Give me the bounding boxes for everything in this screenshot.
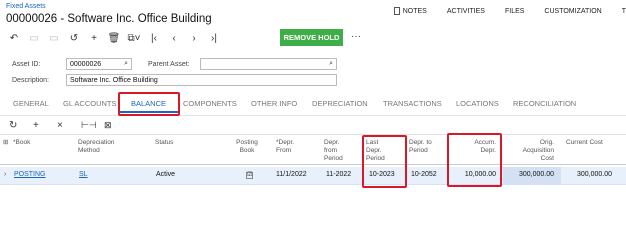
table-header: ⊞ *Book Depreciation Method Status Posti… [0,134,626,165]
tab-reconciliation[interactable]: RECONCILIATION [513,99,576,108]
orig-acq-cost-cell[interactable]: 300,000.00 [508,171,554,178]
col-posting-book[interactable]: Posting Book [232,139,262,155]
tab-divider [0,115,626,116]
status-cell: Active [156,171,176,178]
asset-id-label: Asset ID: [12,61,41,68]
first-record-icon[interactable]: |‹ [144,31,164,45]
previous-record-icon[interactable]: ‹ [164,31,184,45]
row-expand-icon[interactable]: › [4,171,6,178]
balance-tab-highlight [118,92,180,116]
posting-book-checkbox[interactable]: ☑ [246,172,253,179]
tab-depreciation[interactable]: DEPRECIATION [312,99,368,108]
notes-icon [393,7,400,15]
notes-link[interactable]: NOTES [393,7,427,15]
breadcrumb[interactable]: Fixed Assets [6,3,46,10]
col-current-cost[interactable]: Current Cost [566,139,603,147]
page-title: 00000026 - Software Inc. Office Building [6,13,212,25]
col-orig-acq-cost[interactable]: Orig. Acquisition Cost [508,139,554,163]
save-icon[interactable]: ▭ [24,31,44,45]
description-field[interactable]: Software Inc. Office Building [66,74,337,86]
save-close-icon[interactable]: ▭ [44,31,64,45]
more-actions-button[interactable]: ··· [351,31,361,42]
table-row[interactable]: › POSTING SL Active ☑ 11/1/2022 11-2022 … [0,167,626,185]
accum-depr-highlight [447,133,502,187]
remove-hold-button[interactable]: REMOVE HOLD [280,29,343,46]
col-depr-method[interactable]: Depreciation Method [78,139,115,155]
depr-from-period-cell[interactable]: 11-2022 [326,171,351,178]
refresh-icon[interactable]: ↻ [9,120,17,131]
col-depr-from-period[interactable]: Depr. from Period [324,139,343,163]
main-toolbar: ↶ ▭ ▭ ↺ + 🗑 ⧉˅ |‹ ‹ › ›| [4,31,224,45]
files-link[interactable]: FILES [505,7,524,15]
col-depr-to-period[interactable]: Depr. to Period [409,139,432,155]
add-row-icon[interactable]: + [33,120,39,131]
last-record-icon[interactable]: ›| [204,31,224,45]
last-depr-period-highlight [362,135,407,188]
depr-to-period-cell: 10-2052 [411,171,437,178]
asset-id-value: 00000026 [70,61,102,68]
customization-link[interactable]: CUSTOMIZATION [544,7,601,15]
activities-link[interactable]: ACTIVITIES [447,7,485,15]
tab-transactions[interactable]: TRANSACTIONS [383,99,442,108]
copy-paste-icon[interactable]: ⧉˅ [124,31,144,45]
delete-row-icon[interactable]: × [57,120,63,131]
depr-method-link[interactable]: SL [79,171,88,178]
next-record-icon[interactable]: › [184,31,204,45]
tab-other-info[interactable]: OTHER INFO [251,99,297,108]
delete-icon[interactable]: 🗑 [104,31,124,45]
cancel-icon[interactable]: ↺ [64,31,84,45]
tab-bar: GENERAL GL ACCOUNTS BALANCE COMPONENTS O… [0,95,626,115]
search-icon[interactable]: ⌕ [124,59,128,68]
back-icon[interactable]: ↶ [4,31,24,45]
tab-locations[interactable]: LOCATIONS [456,99,499,108]
top-links: NOTES ACTIVITIES FILES CUSTOMIZATION T [374,7,626,15]
asset-id-field[interactable]: 00000026 ⌕ [66,58,132,70]
col-depr-from[interactable]: *Depr. From [276,139,294,155]
fit-columns-icon[interactable]: ⊢⊣ [81,120,97,131]
tab-components[interactable]: COMPONENTS [183,99,237,108]
search-icon[interactable]: ⌕ [329,59,333,68]
depr-from-cell[interactable]: 11/1/2022 [276,171,307,178]
col-book[interactable]: *Book [13,139,30,147]
column-chooser-icon[interactable]: ⊞ [3,139,8,147]
current-cost-cell: 300,000.00 [576,171,612,178]
parent-asset-label: Parent Asset: [148,61,190,68]
tab-general[interactable]: GENERAL [13,99,49,108]
col-status[interactable]: Status [155,139,173,147]
parent-asset-field[interactable]: ⌕ [200,58,337,70]
tab-gl-accounts[interactable]: GL ACCOUNTS [63,99,116,108]
book-link[interactable]: POSTING [14,171,46,178]
export-excel-icon[interactable]: ⊠ [104,120,112,131]
add-icon[interactable]: + [84,31,104,45]
tools-link[interactable]: T [622,7,626,15]
description-label: Description: [12,77,49,84]
